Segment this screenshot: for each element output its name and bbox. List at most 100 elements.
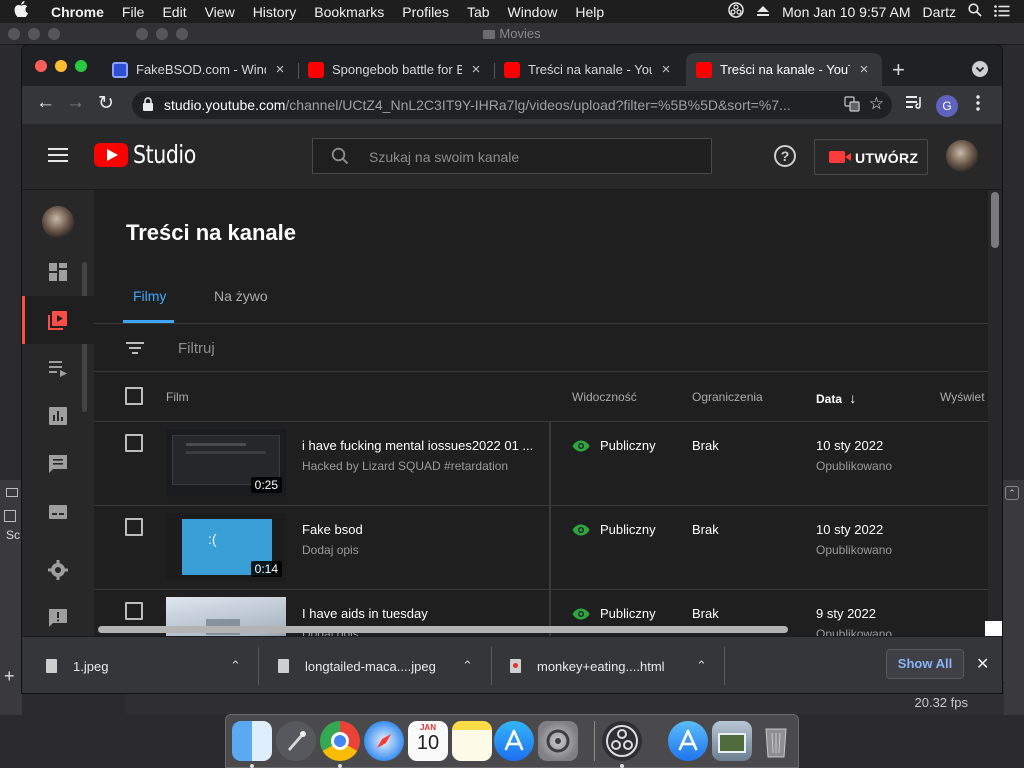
minimize-window-button[interactable] xyxy=(55,60,67,72)
add-source-icon[interactable]: + xyxy=(4,666,15,687)
video-title[interactable]: i have fucking mental iossues2022 01 ... xyxy=(302,438,538,453)
chevron-up-icon[interactable]: ⌃ xyxy=(696,658,707,674)
filter-icon[interactable] xyxy=(126,342,144,356)
visibility-cell[interactable]: Publiczny xyxy=(572,522,656,537)
media-queue-icon[interactable] xyxy=(906,95,924,113)
tab-search-icon[interactable] xyxy=(972,61,988,77)
menubar-clock[interactable]: Mon Jan 10 9:57 AM xyxy=(776,4,916,20)
menu-app-name[interactable]: Chrome xyxy=(42,4,113,20)
select-all-checkbox[interactable] xyxy=(125,387,143,405)
app-store-icon[interactable] xyxy=(494,721,534,761)
column-restrictions[interactable]: Ograniczenia xyxy=(692,390,763,404)
calendar-icon[interactable]: JAN 10 xyxy=(408,721,448,761)
close-tab-icon[interactable]: × xyxy=(468,61,484,78)
close-tab-icon[interactable]: × xyxy=(856,61,872,78)
column-visibility[interactable]: Widoczność xyxy=(572,390,637,404)
download-item[interactable]: longtailed-maca....jpeg ⌃ xyxy=(278,647,478,685)
new-tab-button[interactable]: + xyxy=(892,57,905,83)
video-thumbnail[interactable]: 0:25 xyxy=(166,429,286,497)
account-avatar[interactable] xyxy=(946,140,978,172)
chevron-up-icon[interactable]: ⌃ xyxy=(230,658,241,674)
obs-icon[interactable] xyxy=(602,721,642,761)
address-bar[interactable]: studio.youtube.com/channel/UCtZ4_NnL2C3I… xyxy=(132,91,892,119)
translate-icon[interactable] xyxy=(844,96,860,116)
close-tab-icon[interactable]: × xyxy=(658,61,674,78)
safari-icon[interactable] xyxy=(364,721,404,761)
table-horizontal-scrollbar[interactable] xyxy=(98,626,788,633)
show-all-button[interactable]: Show All xyxy=(886,649,964,679)
table-row[interactable]: :( 0:14 Fake bsod Dodaj opis Publiczny B… xyxy=(94,506,988,590)
browser-tab-spongebob[interactable]: Spongebob battle for Bi × xyxy=(298,53,494,86)
spotlight-search-icon[interactable] xyxy=(962,3,988,20)
visibility-cell[interactable]: Publiczny xyxy=(572,438,656,453)
apple-menu-icon[interactable] xyxy=(0,1,42,22)
close-tab-icon[interactable]: × xyxy=(272,61,288,78)
tab-filmy[interactable]: Filmy xyxy=(133,288,166,304)
youtube-logo-icon[interactable] xyxy=(94,143,128,167)
column-date[interactable]: Data ↓ xyxy=(816,390,856,406)
channel-search-input[interactable]: Szukaj na swoim kanale xyxy=(312,138,712,174)
back-button[interactable]: ← xyxy=(36,92,55,114)
eject-icon[interactable] xyxy=(750,4,776,20)
menu-tab[interactable]: Tab xyxy=(458,4,499,20)
resize-corner[interactable] xyxy=(985,621,1002,636)
bookmark-star-icon[interactable]: ☆ xyxy=(869,94,884,114)
tab-na-zywo[interactable]: Na żywo xyxy=(214,288,268,304)
menu-profiles[interactable]: Profiles xyxy=(393,4,458,20)
feedback-icon[interactable] xyxy=(48,608,68,628)
filter-input[interactable]: Filtruj xyxy=(178,340,215,357)
page-vertical-scrollbar[interactable] xyxy=(988,190,1002,636)
chrome-icon[interactable] xyxy=(320,721,360,761)
obs-status-icon[interactable] xyxy=(722,2,750,21)
table-row[interactable]: 0:25 i have fucking mental iossues2022 0… xyxy=(94,422,988,506)
visibility-cell[interactable]: Publiczny xyxy=(572,606,656,621)
lock-icon[interactable] xyxy=(142,97,154,117)
image-folder-icon[interactable] xyxy=(712,721,752,761)
menu-file[interactable]: File xyxy=(113,4,154,20)
channel-avatar[interactable] xyxy=(42,206,74,238)
comments-icon[interactable] xyxy=(48,454,68,474)
profile-avatar[interactable]: G xyxy=(936,95,958,117)
analytics-icon[interactable] xyxy=(48,406,68,426)
browser-tab-tresci-active[interactable]: Treści na kanale - YouTu × xyxy=(686,53,882,86)
browser-tab-tresci-1[interactable]: Treści na kanale - YouTu × xyxy=(494,53,684,86)
finder-icon[interactable] xyxy=(232,721,272,761)
row-checkbox[interactable] xyxy=(125,602,143,620)
menu-bookmarks[interactable]: Bookmarks xyxy=(305,4,393,20)
filter-bar[interactable]: Filtruj xyxy=(94,324,988,372)
sort-down-arrow-icon[interactable]: ↓ xyxy=(849,390,856,406)
downloads-folder-icon[interactable] xyxy=(668,721,708,761)
hamburger-menu-icon[interactable] xyxy=(48,148,68,162)
studio-wordmark[interactable]: Studio xyxy=(133,140,196,169)
forward-button[interactable]: → xyxy=(66,92,85,114)
video-thumbnail[interactable]: :( 0:14 xyxy=(166,513,286,581)
playlists-icon[interactable] xyxy=(48,358,68,378)
close-shelf-icon[interactable]: ✕ xyxy=(976,654,989,674)
trash-icon[interactable] xyxy=(756,721,796,761)
menu-help[interactable]: Help xyxy=(566,4,613,20)
notes-icon[interactable] xyxy=(452,721,492,761)
menu-window[interactable]: Window xyxy=(499,4,567,20)
menu-view[interactable]: View xyxy=(196,4,244,20)
content-video-icon[interactable] xyxy=(48,310,68,330)
zoom-window-button[interactable] xyxy=(75,60,87,72)
reload-button[interactable]: ↻ xyxy=(98,92,114,115)
stepper-icon[interactable]: ⌃ xyxy=(1005,486,1019,500)
notification-center-icon[interactable] xyxy=(988,4,1016,20)
close-window-button[interactable] xyxy=(35,60,47,72)
menubar-user[interactable]: Dartz xyxy=(917,4,962,20)
system-preferences-icon[interactable] xyxy=(538,721,578,761)
menu-history[interactable]: History xyxy=(244,4,306,20)
chrome-menu-icon[interactable] xyxy=(976,95,980,115)
video-title[interactable]: Fake bsod xyxy=(302,522,538,537)
column-film[interactable]: Film xyxy=(166,390,189,404)
scrollbar-thumb[interactable] xyxy=(991,192,999,248)
subtitles-icon[interactable] xyxy=(48,502,68,522)
help-icon[interactable]: ? xyxy=(774,145,796,167)
row-checkbox[interactable] xyxy=(125,518,143,536)
create-button[interactable]: UTWÓRZ xyxy=(814,139,928,175)
column-views[interactable]: Wyświet xyxy=(940,390,985,404)
download-item[interactable]: monkey+eating....html ⌃ xyxy=(510,647,710,685)
download-item[interactable]: 1.jpeg ⌃ xyxy=(46,647,246,685)
menu-edit[interactable]: Edit xyxy=(153,4,195,20)
